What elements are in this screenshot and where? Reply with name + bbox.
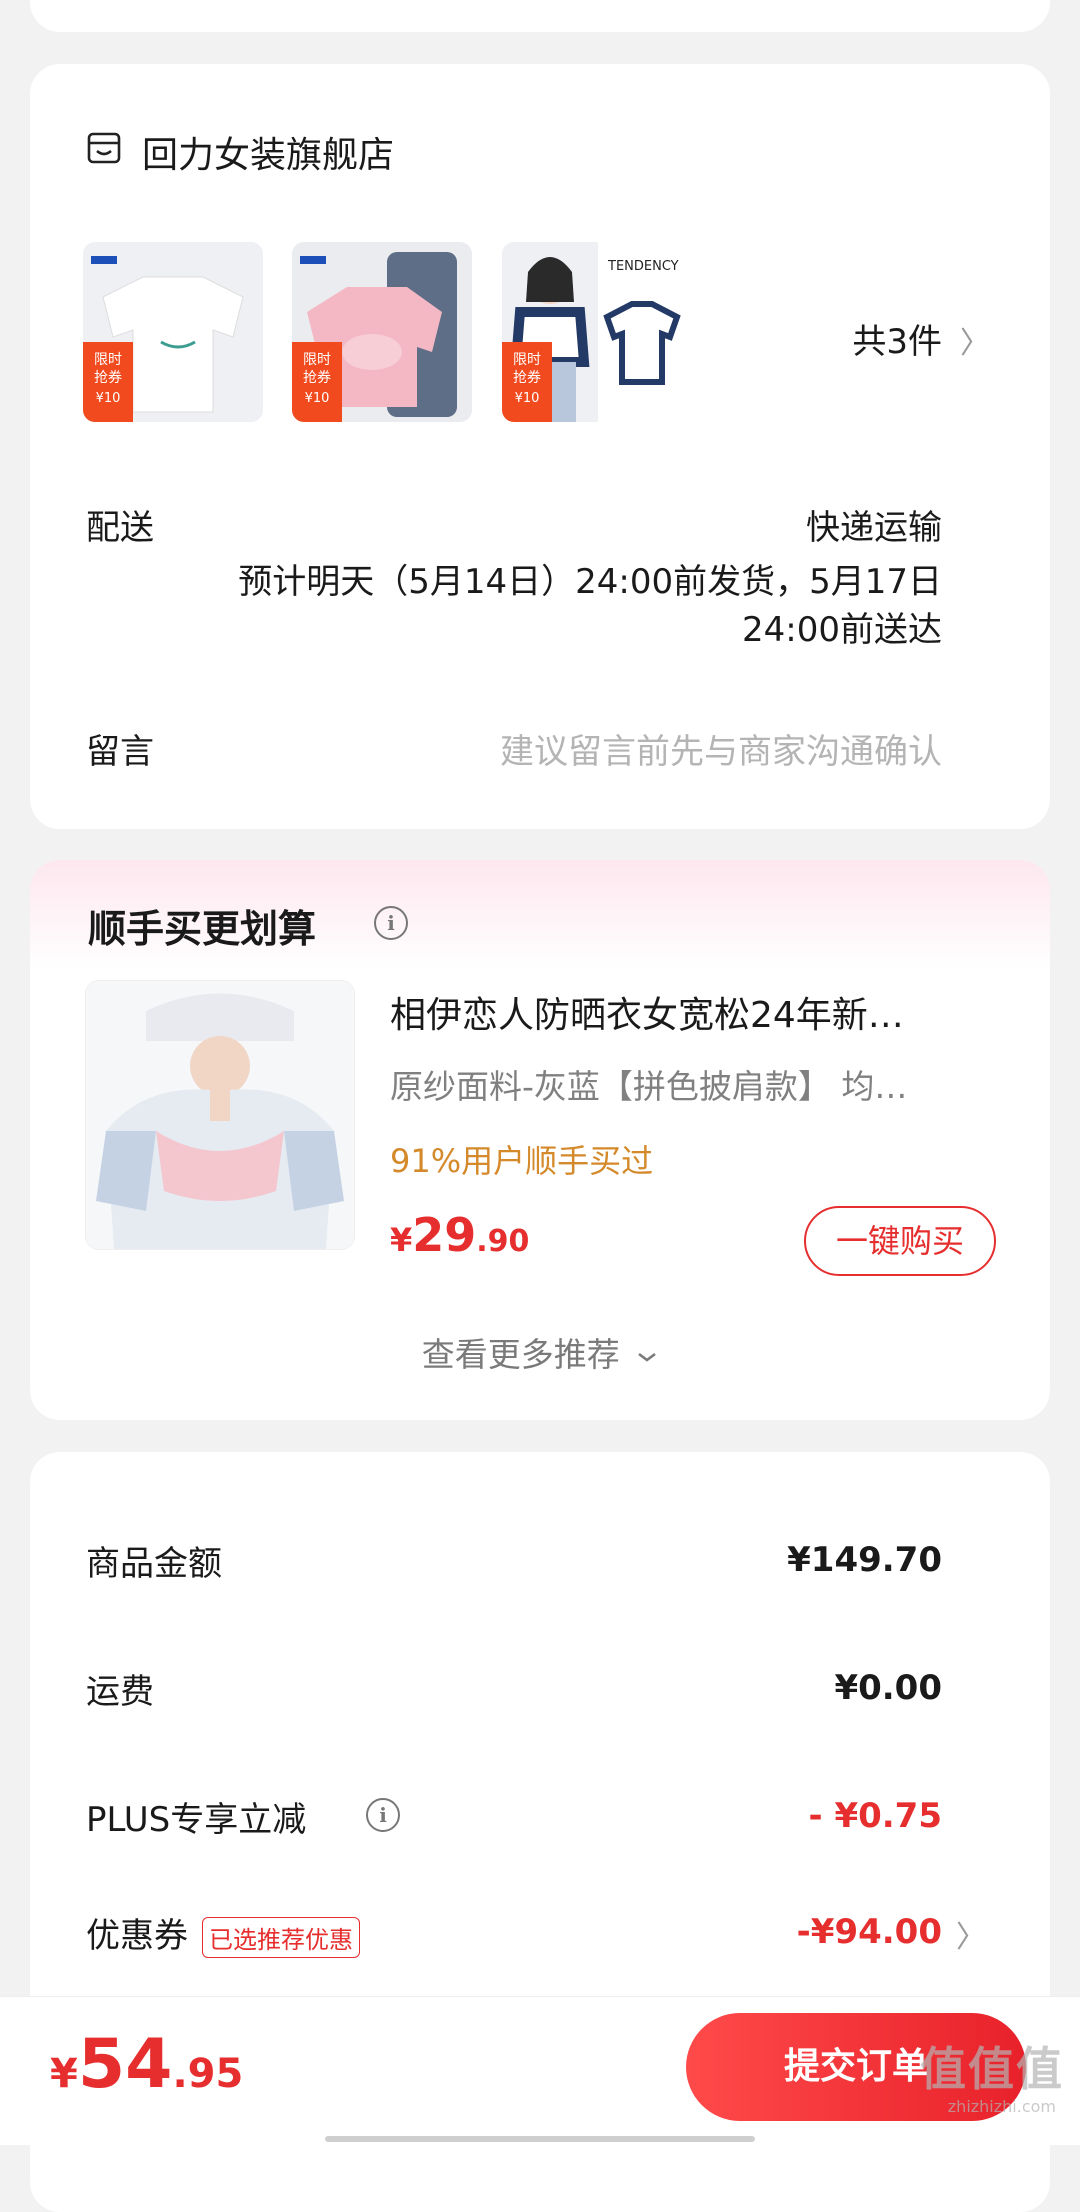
coupon-tag: 已选推荐优惠 [202, 1917, 360, 1958]
svg-text:¥10: ¥10 [515, 391, 540, 406]
plus-discount-label: PLUS专享立减 [86, 1800, 307, 1840]
plus-info-icon[interactable]: i [366, 1798, 400, 1832]
svg-text:限时: 限时 [513, 352, 541, 368]
recommend-card: 顺手买更划算 i 相伊恋人防晒衣女宽松24年新… 原纱面料-灰蓝【拼色披肩款】 … [30, 860, 1050, 1420]
coupon-label: 优惠券 [86, 1916, 188, 1956]
home-indicator[interactable] [325, 2136, 755, 2142]
coupon-row[interactable]: 优惠券 已选推荐优惠 [86, 1908, 360, 1958]
delivery-method: 快递运输 [806, 508, 942, 548]
one-click-buy-button[interactable]: 一键购买 [804, 1206, 996, 1276]
svg-text:限时: 限时 [303, 352, 331, 368]
badge-amount: ¥10 [96, 391, 121, 406]
item-count-text: 共3件 [852, 322, 942, 362]
shipping-fee-value: ¥0.00 [834, 1668, 942, 1708]
goods-amount-value: ¥149.70 [787, 1540, 942, 1580]
recommend-product-image[interactable] [85, 980, 355, 1250]
coupon-value[interactable]: -¥94.00 [797, 1912, 942, 1952]
store-icon [86, 130, 122, 166]
svg-text:抢券: 抢券 [303, 369, 331, 386]
badge-line1: 限时 [94, 352, 122, 368]
recommend-product-spec: 原纱面料-灰蓝【拼色披肩款】 均… [390, 1067, 908, 1106]
more-recommendations-link[interactable]: 查看更多推荐 [30, 1328, 1050, 1376]
previous-card [30, 0, 1050, 32]
product-thumb-2[interactable]: 限时 抢券 ¥10 [292, 242, 472, 422]
recommend-product-name[interactable]: 相伊恋人防晒衣女宽松24年新… [390, 986, 1010, 1038]
message-input[interactable]: 建议留言前先与商家沟通确认 [500, 724, 942, 773]
message-label: 留言 [86, 732, 154, 772]
delivery-label: 配送 [86, 508, 154, 548]
chevron-right-icon[interactable]: 〉 [956, 1912, 986, 1956]
more-label: 查看更多推荐 [421, 1335, 620, 1374]
total-price: ¥54.95 [50, 2025, 244, 2104]
watermark-logo: 值值值 [920, 2042, 1064, 2096]
checkout-bar: ¥54.95 提交订单 值值值 zhizhizhi.com [0, 1996, 1080, 2145]
info-icon[interactable]: i [374, 906, 408, 940]
chevron-down-icon [638, 1352, 657, 1362]
watermark-url: zhizhizhi.com [947, 2097, 1056, 2116]
brand-label: TENDENCY [607, 259, 679, 274]
shipping-fee-label: 运费 [86, 1672, 154, 1712]
goods-amount-label: 商品金额 [86, 1544, 222, 1584]
product-thumb-1[interactable]: 限时 抢券 ¥10 [83, 242, 263, 422]
svg-text:抢券: 抢券 [513, 369, 541, 386]
svg-text:¥10: ¥10 [305, 391, 330, 406]
plus-discount-value: - ¥0.75 [808, 1796, 943, 1836]
chevron-right-icon: 〉 [960, 326, 990, 361]
store-name[interactable]: 回力女装旗舰店 [142, 126, 394, 178]
item-count[interactable]: 共3件〉 [852, 314, 990, 363]
recommend-title: 顺手买更划算 [88, 907, 317, 951]
delivery-eta: 预计明天（5月14日）24:00前发货，5月17日24:00前送达 [238, 562, 942, 650]
recommend-hint: 91%用户顺手买过 [390, 1142, 654, 1180]
recommend-price: ¥29.90 [390, 1208, 530, 1262]
product-thumb-3[interactable]: TENDENCY 限时 抢券 ¥10 [502, 242, 682, 422]
store-card: 回力女装旗舰店 限时 抢券 ¥10 限时 抢券 ¥10 TENDENCY 限时 … [30, 64, 1050, 829]
badge-line2: 抢券 [94, 369, 122, 386]
